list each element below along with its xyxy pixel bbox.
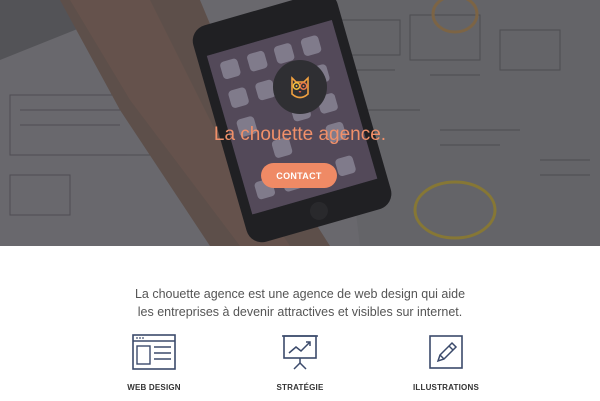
owl-logo-icon[interactable] (273, 60, 327, 114)
intro-line-1: La chouette agence est une agence de web… (134, 287, 466, 301)
intro-text: La chouette agence est une agence de web… (0, 285, 600, 321)
pencil-illustration-icon (429, 335, 463, 369)
hero-title: La chouette agence. (213, 124, 387, 145)
hero-dark-overlay (0, 0, 600, 246)
hero-banner: La chouette agence. CONTACT (0, 0, 600, 246)
service-label: ILLUSTRATIONS (412, 383, 479, 392)
service-label: WEB DESIGN (127, 383, 181, 392)
strategy-chart-icon (282, 335, 318, 370)
service-strategy[interactable]: STRATÉGIE (240, 334, 360, 392)
web-design-icon (132, 334, 176, 370)
service-web-design[interactable]: WEB DESIGN (94, 334, 214, 392)
service-label: STRATÉGIE (276, 383, 324, 392)
intro-line-2: les entreprises à devenir attractives et… (137, 305, 463, 319)
contact-button[interactable]: CONTACT (261, 163, 337, 188)
service-illustrations[interactable]: ILLUSTRATIONS (386, 334, 506, 392)
